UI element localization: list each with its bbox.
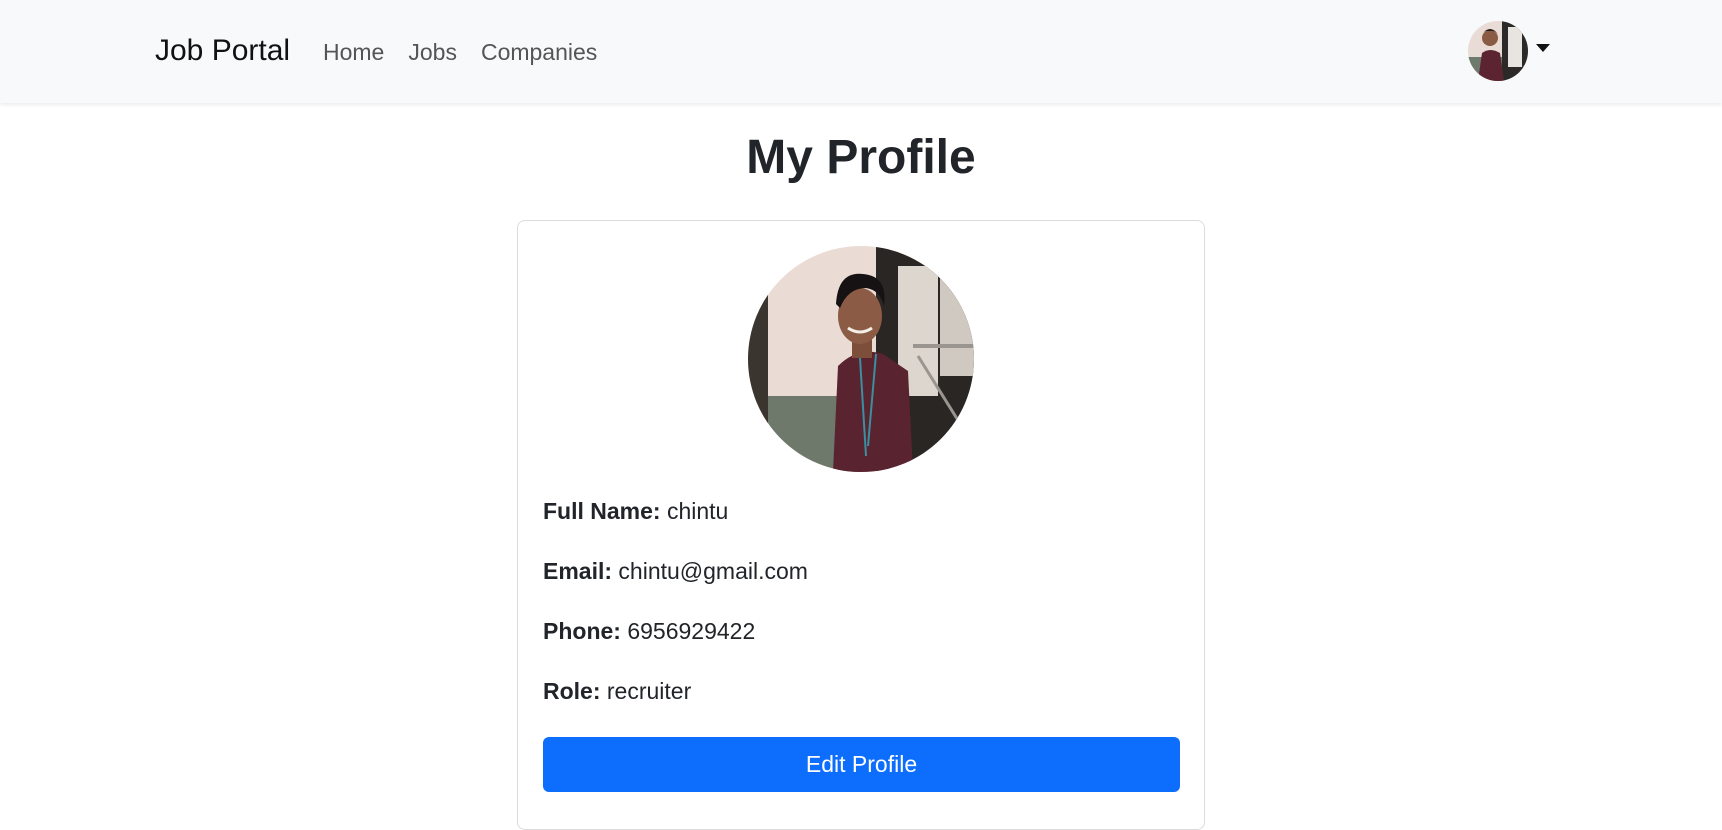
profile-card: Full Name: chintu Email: chintu@gmail.co… bbox=[517, 220, 1205, 830]
profile-photo bbox=[748, 246, 974, 472]
role-value: recruiter bbox=[606, 678, 692, 704]
brand-link[interactable]: Job Portal bbox=[155, 31, 290, 71]
phone-label: Phone: bbox=[543, 618, 628, 644]
phone-row: Phone: 6956929422 bbox=[543, 616, 755, 646]
nav-link-companies[interactable]: Companies bbox=[481, 36, 597, 68]
user-avatar-button[interactable] bbox=[1468, 21, 1528, 81]
profile-photo-icon bbox=[748, 246, 974, 472]
role-row: Role: recruiter bbox=[543, 676, 691, 706]
nav-link-jobs[interactable]: Jobs bbox=[408, 36, 457, 68]
full-name-row: Full Name: chintu bbox=[543, 496, 728, 526]
full-name-label: Full Name: bbox=[543, 498, 667, 524]
email-row: Email: chintu@gmail.com bbox=[543, 556, 808, 586]
avatar-photo-icon bbox=[1468, 21, 1528, 81]
email-label: Email: bbox=[543, 558, 619, 584]
edit-profile-button[interactable]: Edit Profile bbox=[543, 737, 1180, 792]
nav-links: Home Jobs Companies bbox=[323, 36, 621, 68]
page-title: My Profile bbox=[746, 131, 976, 184]
caret-down-icon[interactable] bbox=[1536, 44, 1550, 52]
nav-link-home[interactable]: Home bbox=[323, 36, 384, 68]
role-label: Role: bbox=[543, 678, 607, 704]
email-value: chintu@gmail.com bbox=[618, 558, 808, 584]
full-name-value: chintu bbox=[666, 498, 729, 524]
top-navbar: Job Portal Home Jobs Companies bbox=[0, 0, 1722, 103]
phone-value: 6956929422 bbox=[627, 618, 756, 644]
